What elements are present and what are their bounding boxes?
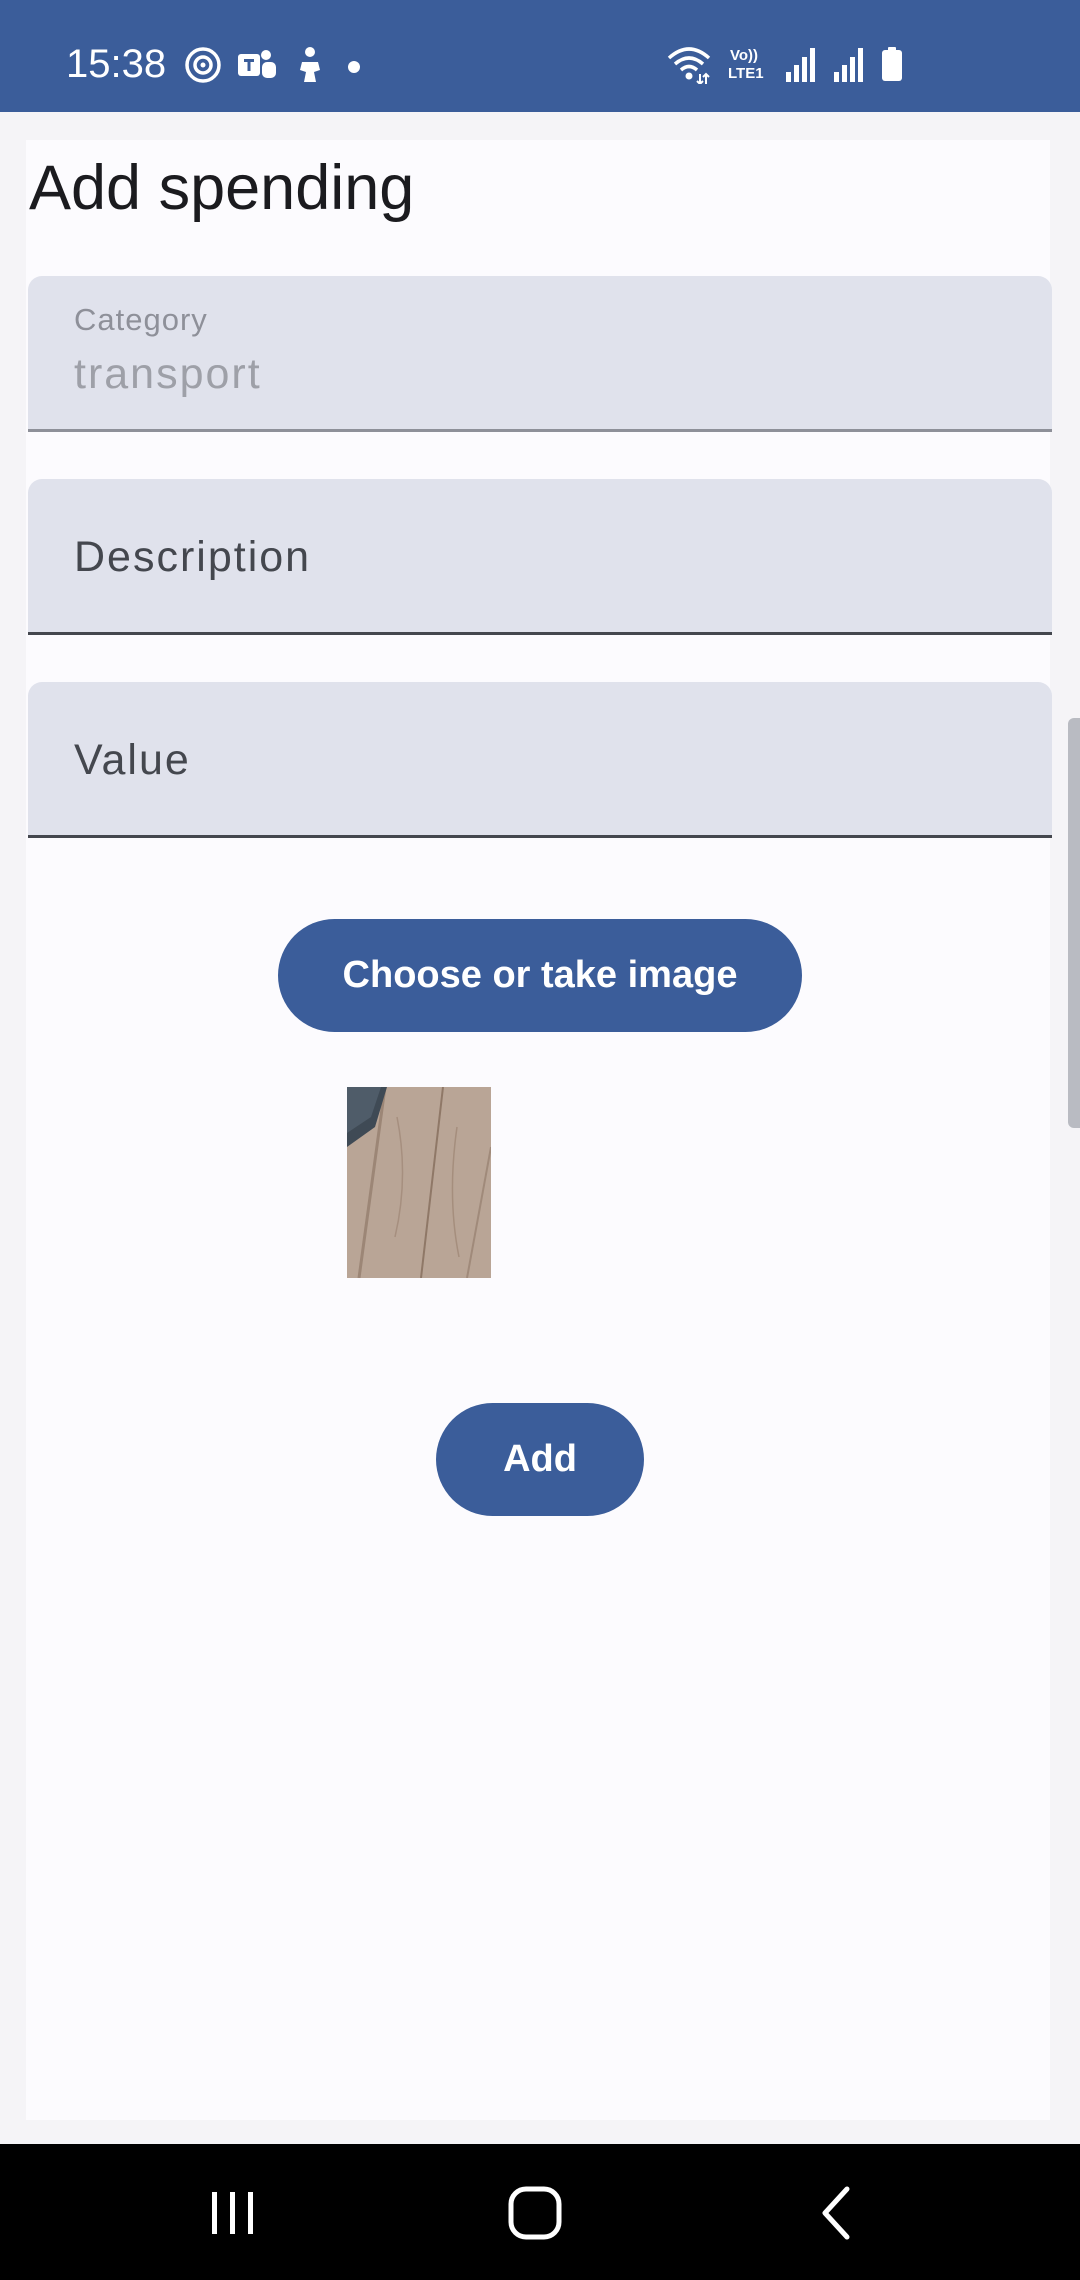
signal-icon	[834, 48, 863, 82]
home-icon	[508, 2186, 562, 2240]
volte-icon: Vo)) LTE1	[728, 47, 764, 82]
add-button[interactable]: Add	[436, 1403, 644, 1516]
teams-icon	[238, 50, 276, 78]
figure-icon	[300, 47, 320, 82]
volte-label-top: Vo))	[730, 47, 758, 64]
category-label: Category	[74, 302, 208, 337]
add-spending-screen: Add spending Category transport Descript…	[26, 140, 1052, 2120]
category-field[interactable]: Category transport	[28, 276, 1052, 432]
selected-image-thumbnail	[347, 1087, 491, 1278]
recents-icon	[212, 2192, 253, 2234]
status-right-icons: Vo)) LTE1	[666, 44, 904, 84]
category-value: transport	[74, 350, 262, 398]
recents-button[interactable]	[193, 2178, 273, 2248]
volte-label-bottom: LTE1	[728, 65, 764, 82]
choose-image-button[interactable]: Choose or take image	[278, 919, 802, 1032]
battery-icon	[882, 47, 902, 81]
wifi-icon	[667, 47, 711, 84]
signal-icon	[786, 48, 815, 82]
wood-floor-image	[347, 1087, 491, 1278]
value-field[interactable]: Value	[28, 682, 1052, 838]
page-title: Add spending	[29, 153, 415, 223]
navigation-bar	[0, 2144, 1080, 2280]
status-time: 15:38	[66, 42, 167, 86]
threads-icon	[185, 47, 221, 83]
scrollbar[interactable]	[1068, 718, 1080, 1128]
status-left-icons	[184, 46, 366, 84]
home-button[interactable]	[495, 2178, 575, 2248]
description-label: Description	[74, 533, 312, 581]
description-field[interactable]: Description	[28, 479, 1052, 635]
dot-icon	[348, 61, 360, 73]
back-button[interactable]	[797, 2178, 877, 2248]
status-bar: 15:38 Vo)) LTE1	[0, 0, 1080, 112]
back-icon	[822, 2186, 850, 2240]
value-label: Value	[74, 736, 191, 784]
